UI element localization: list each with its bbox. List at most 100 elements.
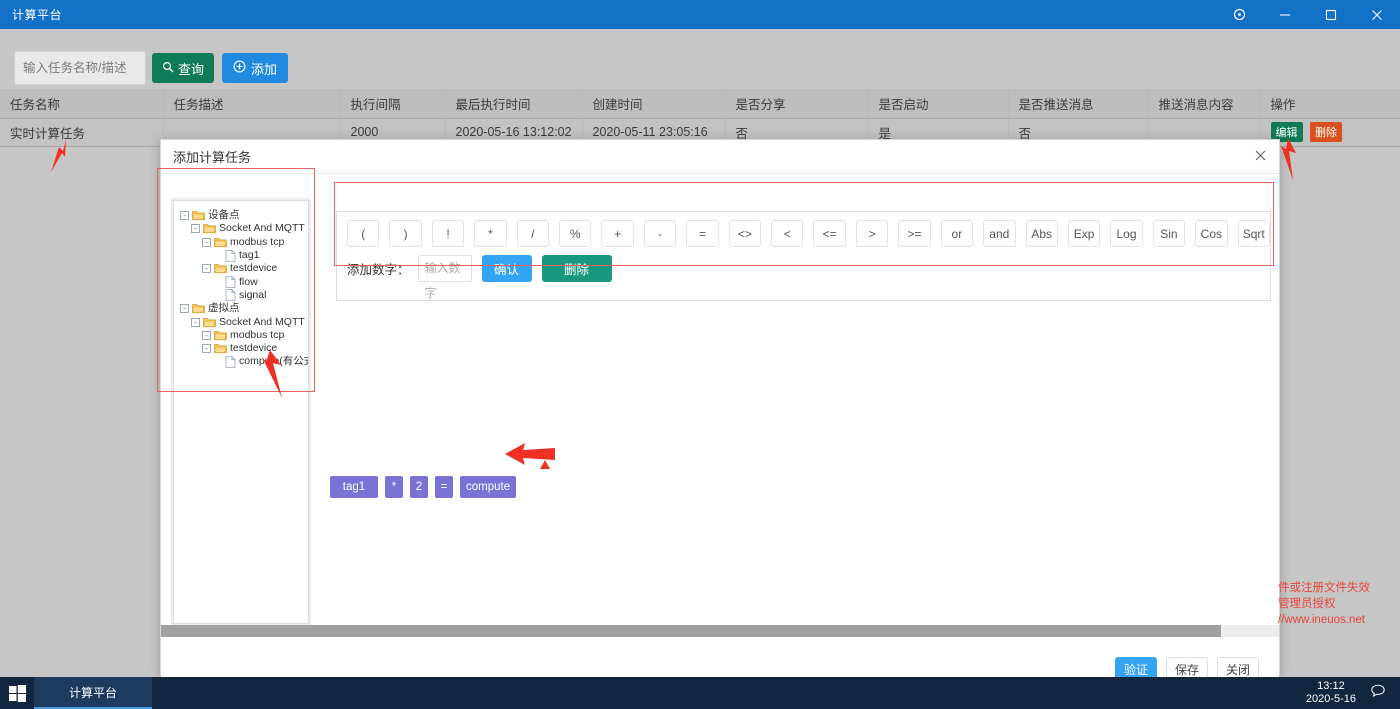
tree-node-label: testdevice [230, 262, 277, 275]
tree-node[interactable]: signal [180, 289, 304, 302]
tree-expander-icon[interactable]: - [202, 331, 211, 340]
operator-button[interactable]: * [474, 220, 506, 247]
operator-button[interactable]: Exp [1068, 220, 1100, 247]
watermark-line-2: 管理员授权 [1278, 596, 1400, 612]
point-tree[interactable]: -设备点-Socket And MQTT-modbus tcptag1-test… [173, 200, 309, 624]
folder-icon [192, 303, 205, 314]
watermark-line-1: 件或注册文件失效 [1278, 580, 1400, 596]
operator-button[interactable]: <= [813, 220, 845, 247]
clock-date: 2020-5-16 [1306, 693, 1356, 706]
query-button[interactable]: 查询 [152, 53, 214, 83]
folder-icon [214, 237, 227, 248]
search-icon [162, 61, 174, 76]
tree-expander-icon[interactable]: - [202, 238, 211, 247]
settings-circle-icon[interactable] [1216, 0, 1262, 29]
operator-button[interactable]: >= [898, 220, 930, 247]
tree-expander-icon[interactable]: - [191, 318, 200, 327]
tree-expander-icon[interactable]: - [180, 211, 189, 220]
operator-button[interactable]: Sqrt [1238, 220, 1270, 247]
confirm-number-button[interactable]: 确认 [482, 255, 532, 282]
dialog-header: 添加计算任务 [161, 140, 1279, 174]
folder-icon [203, 223, 216, 234]
tree-expander-icon[interactable]: - [180, 304, 189, 313]
operator-button[interactable]: Abs [1026, 220, 1058, 247]
operator-button[interactable]: Sin [1153, 220, 1185, 247]
operator-button[interactable]: ) [389, 220, 421, 247]
operator-button[interactable]: % [559, 220, 591, 247]
operator-button[interactable]: + [601, 220, 633, 247]
operator-button[interactable]: / [517, 220, 549, 247]
tree-node-label: modbus tcp [230, 236, 284, 249]
delete-token-button[interactable]: 删除 [542, 255, 612, 282]
cell-operations: 编辑 删除 [1260, 118, 1400, 146]
col-started: 是否启动 [868, 89, 1008, 118]
tree-node[interactable]: - testdevice [180, 262, 304, 275]
dialog-title: 添加计算任务 [173, 147, 251, 166]
folder-icon [192, 210, 205, 221]
tree-node-label: tag1 [239, 249, 259, 262]
operator-button[interactable]: Log [1110, 220, 1142, 247]
formula-token[interactable]: = [435, 476, 453, 498]
clock-time: 13:12 [1306, 680, 1356, 693]
tree-node[interactable]: -Socket And MQTT [180, 315, 304, 328]
close-icon[interactable] [1354, 0, 1400, 29]
horizontal-scrollbar[interactable] [161, 625, 1279, 637]
operator-button[interactable]: ( [347, 220, 379, 247]
chat-icon[interactable] [1370, 683, 1386, 704]
folder-icon [214, 263, 227, 274]
tree-node[interactable]: - modbus tcp [180, 329, 304, 342]
tree-node[interactable]: tag1 [180, 249, 304, 262]
operator-button[interactable]: > [856, 220, 888, 247]
add-button[interactable]: 添加 [222, 53, 288, 83]
add-button-label: 添加 [251, 59, 277, 78]
tree-node[interactable]: - modbus tcp [180, 236, 304, 249]
formula-token[interactable]: compute [460, 476, 516, 498]
search-input[interactable]: 输入任务名称/描述 [14, 51, 146, 85]
col-push-content: 推送消息内容 [1148, 89, 1260, 118]
col-created: 创建时间 [582, 89, 725, 118]
tree-expander-icon[interactable]: - [202, 264, 211, 273]
col-shared: 是否分享 [725, 89, 868, 118]
tree-node-label: 设备点 [208, 209, 240, 222]
tree-expander-icon[interactable]: - [202, 344, 211, 353]
operator-button[interactable]: Cos [1195, 220, 1227, 247]
taskbar-clock[interactable]: 13:12 2020-5-16 [1306, 680, 1356, 706]
col-last-run: 最后执行时间 [445, 89, 582, 118]
number-input[interactable]: 输入数字 [418, 255, 472, 282]
operator-button[interactable]: < [771, 220, 803, 247]
tree-expander-icon[interactable]: - [191, 224, 200, 233]
tree-node[interactable]: - 设备点 [180, 209, 304, 222]
delete-button[interactable]: 删除 [1310, 122, 1342, 142]
operator-button[interactable]: or [941, 220, 973, 247]
formula-token[interactable]: * [385, 476, 403, 498]
formula-token[interactable]: 2 [410, 476, 428, 498]
operator-button[interactable]: - [644, 220, 676, 247]
plus-circle-icon [233, 60, 246, 76]
operator-button-row: ()! * /% +-= <> < <= > >= orand Abs Exp Log Sin Cos Sqr… [337, 212, 1270, 247]
col-task-name: 任务名称 [0, 89, 163, 118]
maximize-icon[interactable] [1308, 0, 1354, 29]
taskbar-item-compute-platform[interactable]: 计算平台 [34, 677, 152, 709]
windows-start-icon[interactable] [0, 677, 34, 709]
minimize-icon[interactable] [1262, 0, 1308, 29]
tree-node[interactable]: - testdevice [180, 342, 304, 355]
operator-button[interactable]: = [686, 220, 718, 247]
tree-node-label: signal [239, 289, 266, 302]
scrollbar-thumb[interactable] [161, 625, 1221, 637]
operator-button[interactable]: and [983, 220, 1015, 247]
tree-node-label: testdevice [230, 342, 277, 355]
tree-node[interactable]: flow [180, 275, 304, 288]
dialog-close-icon[interactable] [1254, 149, 1267, 165]
formula-token[interactable]: tag1 [330, 476, 378, 498]
tree-node[interactable]: compute(有公式) [180, 355, 304, 368]
dialog-body: -设备点-Socket And MQTT-modbus tcptag1-test… [161, 174, 1279, 637]
formula-expression: tag1 * 2 = compute [330, 476, 516, 498]
tree-node[interactable]: -虚拟点 [180, 302, 304, 315]
watermark-line-3: //www.ineuos.net [1278, 612, 1400, 628]
operator-button[interactable]: <> [729, 220, 761, 247]
tree-node-label: modbus tcp [230, 329, 284, 342]
cell-task-name: 实时计算任务 [0, 118, 163, 146]
operator-button[interactable]: ! [432, 220, 464, 247]
tree-node[interactable]: -Socket And MQTT [180, 222, 304, 235]
tree-node-label: flow [239, 276, 258, 289]
